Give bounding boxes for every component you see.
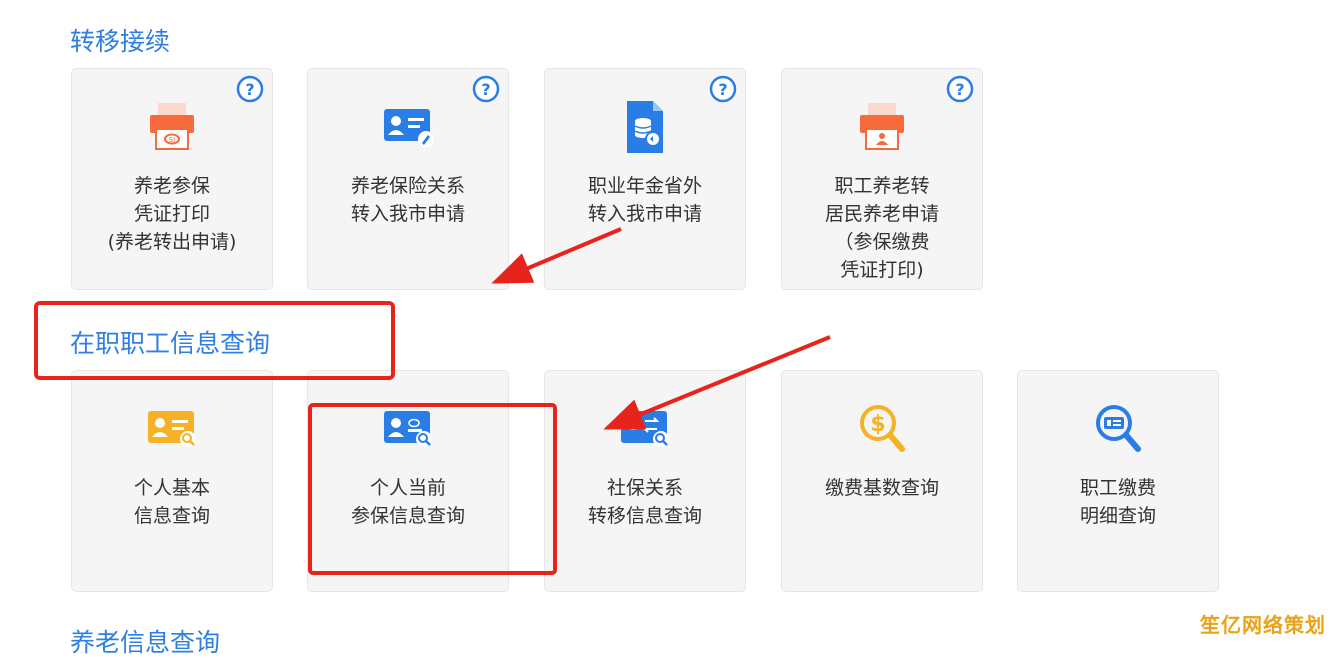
insurance-card-search-icon: [380, 401, 436, 457]
section-title-pension-info-query: 养老信息查询: [70, 628, 221, 657]
card-employee-to-resident-pension[interactable]: 职工养老转 居民养老申请 （参保缴费 凭证打印) ?: [781, 68, 983, 290]
card-label: 缴费基数查询: [824, 477, 939, 499]
card-current-insurance-info[interactable]: 个人当前 参保信息查询: [307, 370, 509, 592]
card-annuity-transfer-in[interactable]: 职业年金省外 转入我市申请 ?: [544, 68, 746, 290]
card-contribution-detail-query[interactable]: 职工缴费 明细查询: [1017, 370, 1219, 592]
watermark: 笙亿网络策划: [1200, 613, 1326, 637]
help-icon[interactable]: ?: [946, 75, 974, 103]
detail-search-icon: [1090, 401, 1146, 457]
card-label: 养老参保 凭证打印 (养老转出申请): [107, 175, 237, 253]
svg-text:SI: SI: [169, 136, 176, 144]
section-title-transfer: 转移接续: [70, 27, 171, 56]
svg-text:?: ?: [718, 80, 727, 99]
card-pension-transfer-in[interactable]: 养老保险关系 转入我市申请 ?: [307, 68, 509, 290]
svg-text:?: ?: [481, 80, 490, 99]
card-social-security-transfer-info[interactable]: 社保关系 转移信息查询: [544, 370, 746, 592]
card-label: 职业年金省外 转入我市申请: [587, 175, 702, 225]
svg-text:$: $: [870, 412, 885, 437]
printer-person-icon: [854, 99, 910, 155]
card-label: 个人基本 信息查询: [133, 477, 210, 527]
card-contribution-base-query[interactable]: $ 缴费基数查询: [781, 370, 983, 592]
svg-text:?: ?: [955, 80, 964, 99]
help-icon[interactable]: ?: [709, 75, 737, 103]
section-title-employee-info-query: 在职职工信息查询: [70, 329, 271, 358]
id-card-edit-icon: [380, 99, 436, 155]
card-label: 个人当前 参保信息查询: [350, 477, 465, 527]
card-pension-certificate-print[interactable]: SI 养老参保 凭证打印 (养老转出申请) ?: [71, 68, 273, 290]
help-icon[interactable]: ?: [472, 75, 500, 103]
card-label: 职工缴费 明细查询: [1079, 477, 1156, 527]
id-card-search-icon: [144, 401, 200, 457]
card-label: 养老保险关系 转入我市申请: [350, 175, 465, 225]
help-icon[interactable]: ?: [236, 75, 264, 103]
card-personal-basic-info[interactable]: 个人基本 信息查询: [71, 370, 273, 592]
database-document-icon: [617, 99, 673, 155]
printer-icon: SI: [144, 99, 200, 155]
card-label: 社保关系 转移信息查询: [587, 477, 702, 527]
transfer-card-search-icon: [617, 401, 673, 457]
svg-text:?: ?: [245, 80, 254, 99]
card-label: 职工养老转 居民养老申请 （参保缴费 凭证打印): [824, 175, 939, 281]
dollar-search-icon: $: [854, 401, 910, 457]
